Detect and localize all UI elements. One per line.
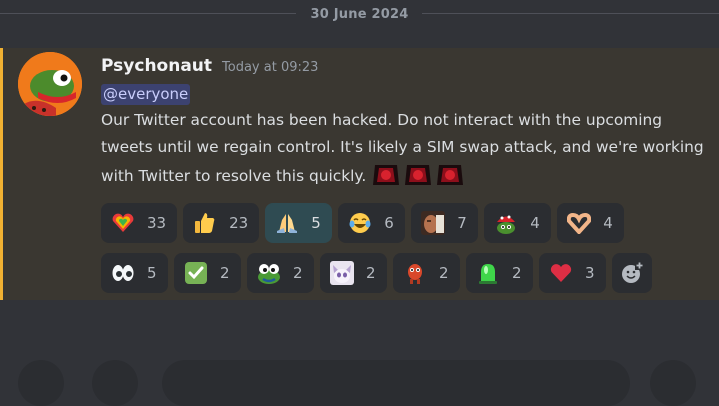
reaction-count: 23: [229, 214, 249, 232]
reaction-face-photo[interactable]: 7: [411, 203, 479, 243]
eyes-icon: [111, 261, 135, 285]
reactions-row-2: 5 2 2 2 2 2 3: [101, 253, 652, 293]
reaction-anime-cat[interactable]: 2: [320, 253, 387, 293]
frog-eyes-icon: [257, 261, 281, 285]
message-input[interactable]: [162, 360, 630, 406]
reaction-frog-cap[interactable]: 4: [484, 203, 552, 243]
reaction-count: 2: [293, 264, 303, 282]
reaction-count: 4: [530, 214, 540, 232]
thumbs-up-icon: [193, 211, 217, 235]
divider-line-left: [0, 13, 296, 14]
red-gem-emoji-icon: [373, 165, 400, 185]
reaction-red-creature[interactable]: 2: [393, 253, 460, 293]
red-creature-icon: [403, 261, 427, 285]
inline-emojis: [371, 165, 467, 185]
avatar[interactable]: [18, 52, 82, 116]
reactions-row-1: 33 23 5 6 7 4 4: [101, 203, 625, 243]
reaction-count: 2: [220, 264, 230, 282]
reaction-count: 4: [603, 214, 613, 232]
reaction-tears-of-joy[interactable]: 6: [338, 203, 406, 243]
red-gem-emoji-icon: [437, 165, 464, 185]
date-divider-label: 30 June 2024: [310, 6, 409, 22]
date-divider: 30 June 2024: [0, 0, 719, 28]
reaction-check-mark[interactable]: 2: [174, 253, 241, 293]
rainbow-heart-icon: [111, 211, 135, 235]
red-heart-icon: [549, 261, 573, 285]
message-header: Psychonaut Today at 09:23: [101, 56, 318, 76]
composer-action-button[interactable]: [18, 360, 64, 406]
reaction-eyes[interactable]: 5: [101, 253, 168, 293]
folded-hands-icon: [275, 211, 299, 235]
check-mark-icon: [184, 261, 208, 285]
reaction-rainbow-heart[interactable]: 33: [101, 203, 178, 243]
anime-cat-icon: [330, 261, 354, 285]
reaction-count: 2: [439, 264, 449, 282]
reaction-count: 5: [147, 264, 157, 282]
frog-cap-icon: [494, 211, 518, 235]
reaction-heart-hands[interactable]: 4: [557, 203, 625, 243]
tears-of-joy-icon: [348, 211, 372, 235]
reaction-count: 33: [147, 214, 167, 232]
message-timestamp[interactable]: Today at 09:23: [222, 60, 318, 75]
green-siren-icon: [476, 261, 500, 285]
reaction-count: 5: [311, 214, 321, 232]
mention-highlight-bar: [0, 48, 3, 300]
add-reaction-button[interactable]: [612, 253, 652, 293]
message-highlighted[interactable]: Psychonaut Today at 09:23 @everyone Our …: [0, 48, 719, 300]
reaction-folded-hands[interactable]: 5: [265, 203, 333, 243]
message-content: Our Twitter account has been hacked. Do …: [101, 107, 711, 190]
reaction-count: 2: [512, 264, 522, 282]
reaction-count: 7: [457, 214, 467, 232]
reaction-red-heart[interactable]: 3: [539, 253, 606, 293]
heart-hands-icon: [567, 211, 592, 235]
add-emoji-icon: [620, 261, 644, 285]
red-gem-emoji-icon: [405, 165, 432, 185]
reaction-count: 3: [585, 264, 595, 282]
divider-line-right: [422, 13, 719, 14]
reaction-frog-eyes[interactable]: 2: [247, 253, 314, 293]
reaction-green-siren[interactable]: 2: [466, 253, 533, 293]
reaction-count: 2: [366, 264, 376, 282]
face-photo-icon: [421, 211, 446, 235]
composer-action-button[interactable]: [650, 360, 696, 406]
reaction-count: 6: [384, 214, 394, 232]
composer-action-button[interactable]: [92, 360, 138, 406]
reaction-thumbs-up[interactable]: 23: [183, 203, 260, 243]
everyone-mention[interactable]: @everyone: [101, 84, 191, 105]
author-name[interactable]: Psychonaut: [101, 56, 212, 76]
